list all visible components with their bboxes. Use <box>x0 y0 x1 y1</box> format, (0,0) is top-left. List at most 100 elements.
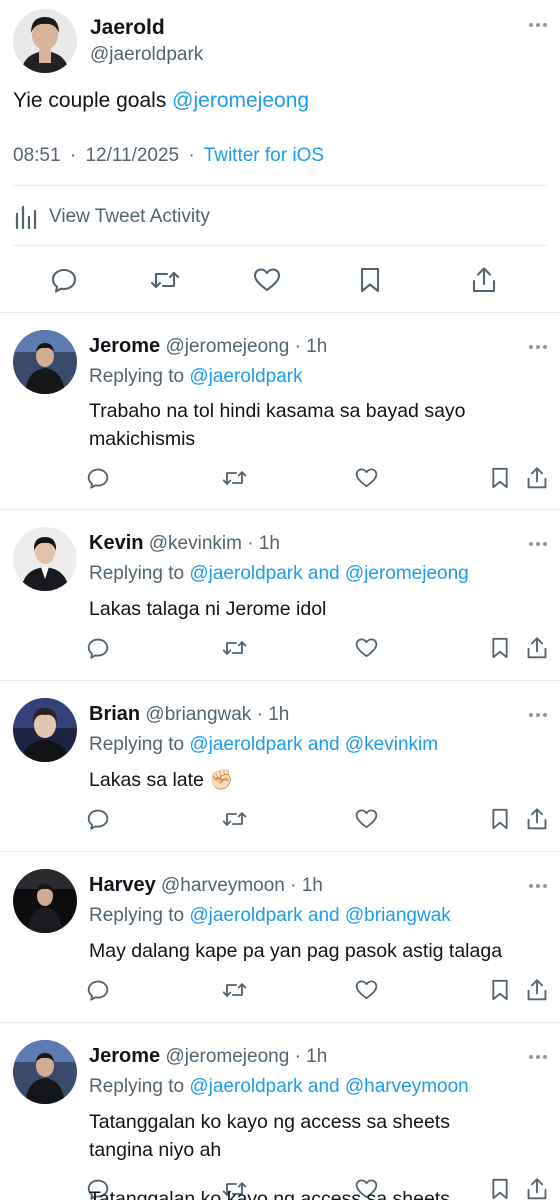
reply-age: · 1h <box>294 336 328 357</box>
retweet-icon <box>222 979 247 1001</box>
reply-tweet[interactable]: Harvey @harveymoon · 1h Replying to @jae… <box>0 852 560 1022</box>
like-button[interactable] <box>350 803 382 835</box>
replying-to-prefix: Replying to <box>89 366 190 387</box>
replying-to-users[interactable]: @jaeroldpark and @harveymoon <box>189 1076 468 1097</box>
author-handle[interactable]: @jaeroldpark <box>90 44 203 66</box>
avatar[interactable] <box>13 1040 77 1104</box>
share-button[interactable] <box>464 260 504 300</box>
reply-age: · 1h <box>294 1046 328 1067</box>
reply-header: Jerome @jeromejeong · 1h <box>89 1045 327 1068</box>
reply-text: Lakas talaga ni Jerome idol <box>89 598 327 620</box>
reply-author-handle[interactable]: @jeromejeong <box>165 336 289 357</box>
bookmark-button[interactable] <box>350 260 390 300</box>
retweet-button[interactable] <box>218 632 250 664</box>
overlap-text: Tatanggalan ko kayo ng access sa sheets <box>89 1188 450 1200</box>
retweet-icon <box>222 637 247 659</box>
reply-action-bar <box>0 462 560 494</box>
bookmark-button[interactable] <box>484 1173 516 1200</box>
replying-to-users[interactable]: @jaeroldpark and @jeromejeong <box>189 563 468 584</box>
bookmark-icon <box>490 808 510 830</box>
like-button[interactable] <box>247 260 287 300</box>
reply-action-bar <box>0 803 560 835</box>
like-button[interactable] <box>350 632 382 664</box>
mention-link[interactable]: @jeromejeong <box>172 89 309 112</box>
share-icon <box>526 978 548 1002</box>
bookmark-button[interactable] <box>484 803 516 835</box>
reply-button[interactable] <box>82 974 114 1006</box>
bookmark-icon <box>490 637 510 659</box>
avatar[interactable] <box>13 330 77 394</box>
avatar[interactable] <box>13 869 77 933</box>
bookmark-icon <box>490 1178 510 1200</box>
author-name[interactable]: Jaerold <box>90 16 165 40</box>
retweet-button[interactable] <box>218 974 250 1006</box>
more-icon[interactable] <box>528 344 548 350</box>
bookmark-button[interactable] <box>484 632 516 664</box>
share-button[interactable] <box>521 803 553 835</box>
share-button[interactable] <box>521 974 553 1006</box>
more-icon[interactable] <box>528 712 548 718</box>
like-icon <box>253 267 281 293</box>
avatar[interactable] <box>13 527 77 591</box>
retweet-button[interactable] <box>145 260 185 300</box>
reply-tweet[interactable]: Kevin @kevinkim · 1h Replying to @jaerol… <box>0 510 560 680</box>
share-button[interactable] <box>521 1173 553 1200</box>
reply-author-name[interactable]: Brian <box>89 703 140 725</box>
like-button[interactable] <box>350 974 382 1006</box>
replying-to-users[interactable]: @jaeroldpark and @briangwak <box>189 905 450 926</box>
reply-author-name[interactable]: Jerome <box>89 1045 160 1067</box>
reply-header: Brian @briangwak · 1h <box>89 703 289 726</box>
retweet-icon <box>150 267 180 293</box>
reply-button[interactable] <box>44 260 84 300</box>
retweet-button[interactable] <box>218 462 250 494</box>
tweet-text-plain: Yie couple goals <box>13 89 173 112</box>
more-icon[interactable] <box>528 883 548 889</box>
reply-text: Trabaho na tol hindi kasama sa bayad say… <box>89 400 466 450</box>
more-icon[interactable] <box>528 1054 548 1060</box>
like-button[interactable] <box>350 462 382 494</box>
reply-tweet[interactable]: Brian @briangwak · 1h Replying to @jaero… <box>0 681 560 851</box>
replying-to-prefix: Replying to <box>89 734 190 755</box>
reply-button[interactable] <box>82 462 114 494</box>
share-icon <box>526 466 548 490</box>
share-button[interactable] <box>521 632 553 664</box>
like-icon <box>355 808 378 830</box>
reply-icon <box>87 808 109 830</box>
retweet-button[interactable] <box>218 803 250 835</box>
reply-author-name[interactable]: Harvey <box>89 874 156 896</box>
tweet-source-link[interactable]: Twitter for iOS <box>204 145 324 166</box>
reply-author-handle[interactable]: @harveymoon <box>161 875 285 896</box>
more-icon[interactable] <box>528 541 548 547</box>
replying-to: Replying to @jaeroldpark and @jeromejeon… <box>89 563 469 585</box>
reply-author-handle[interactable]: @jeromejeong <box>165 1046 289 1067</box>
divider <box>13 245 547 246</box>
reply-author-handle[interactable]: @kevinkim <box>149 533 242 554</box>
like-icon <box>355 979 378 1001</box>
bookmark-icon <box>490 467 510 489</box>
reply-header: Harvey @harveymoon · 1h <box>89 874 323 897</box>
avatar[interactable] <box>13 698 77 762</box>
avatar[interactable] <box>13 9 77 73</box>
reply-author-name[interactable]: Kevin <box>89 532 143 554</box>
replying-to: Replying to @jaeroldpark <box>89 366 303 388</box>
view-activity-button[interactable]: View Tweet Activity <box>13 199 210 235</box>
share-button[interactable] <box>521 462 553 494</box>
reply-text: Lakas sa late ✊🏻 <box>89 769 234 791</box>
reply-author-name[interactable]: Jerome <box>89 335 160 357</box>
reply-tweet[interactable]: Jerome @jeromejeong · 1h Replying to @ja… <box>0 1023 560 1200</box>
share-icon <box>526 807 548 831</box>
replying-to-users[interactable]: @jaeroldpark and @kevinkim <box>189 734 438 755</box>
tweet-time: 08:51 <box>13 145 61 166</box>
reply-tweet[interactable]: Jerome @jeromejeong · 1h Replying to @ja… <box>0 313 560 509</box>
reply-icon <box>51 267 77 293</box>
reply-button[interactable] <box>82 632 114 664</box>
more-icon[interactable] <box>528 22 548 28</box>
reply-author-handle[interactable]: @briangwak <box>145 704 251 725</box>
reply-button[interactable] <box>82 803 114 835</box>
reply-header: Kevin @kevinkim · 1h <box>89 532 280 555</box>
bookmark-button[interactable] <box>484 974 516 1006</box>
replying-to-prefix: Replying to <box>89 1076 190 1097</box>
replying-to: Replying to @jaeroldpark and @kevinkim <box>89 734 438 756</box>
replying-to-users[interactable]: @jaeroldpark <box>189 366 302 387</box>
bookmark-button[interactable] <box>484 462 516 494</box>
